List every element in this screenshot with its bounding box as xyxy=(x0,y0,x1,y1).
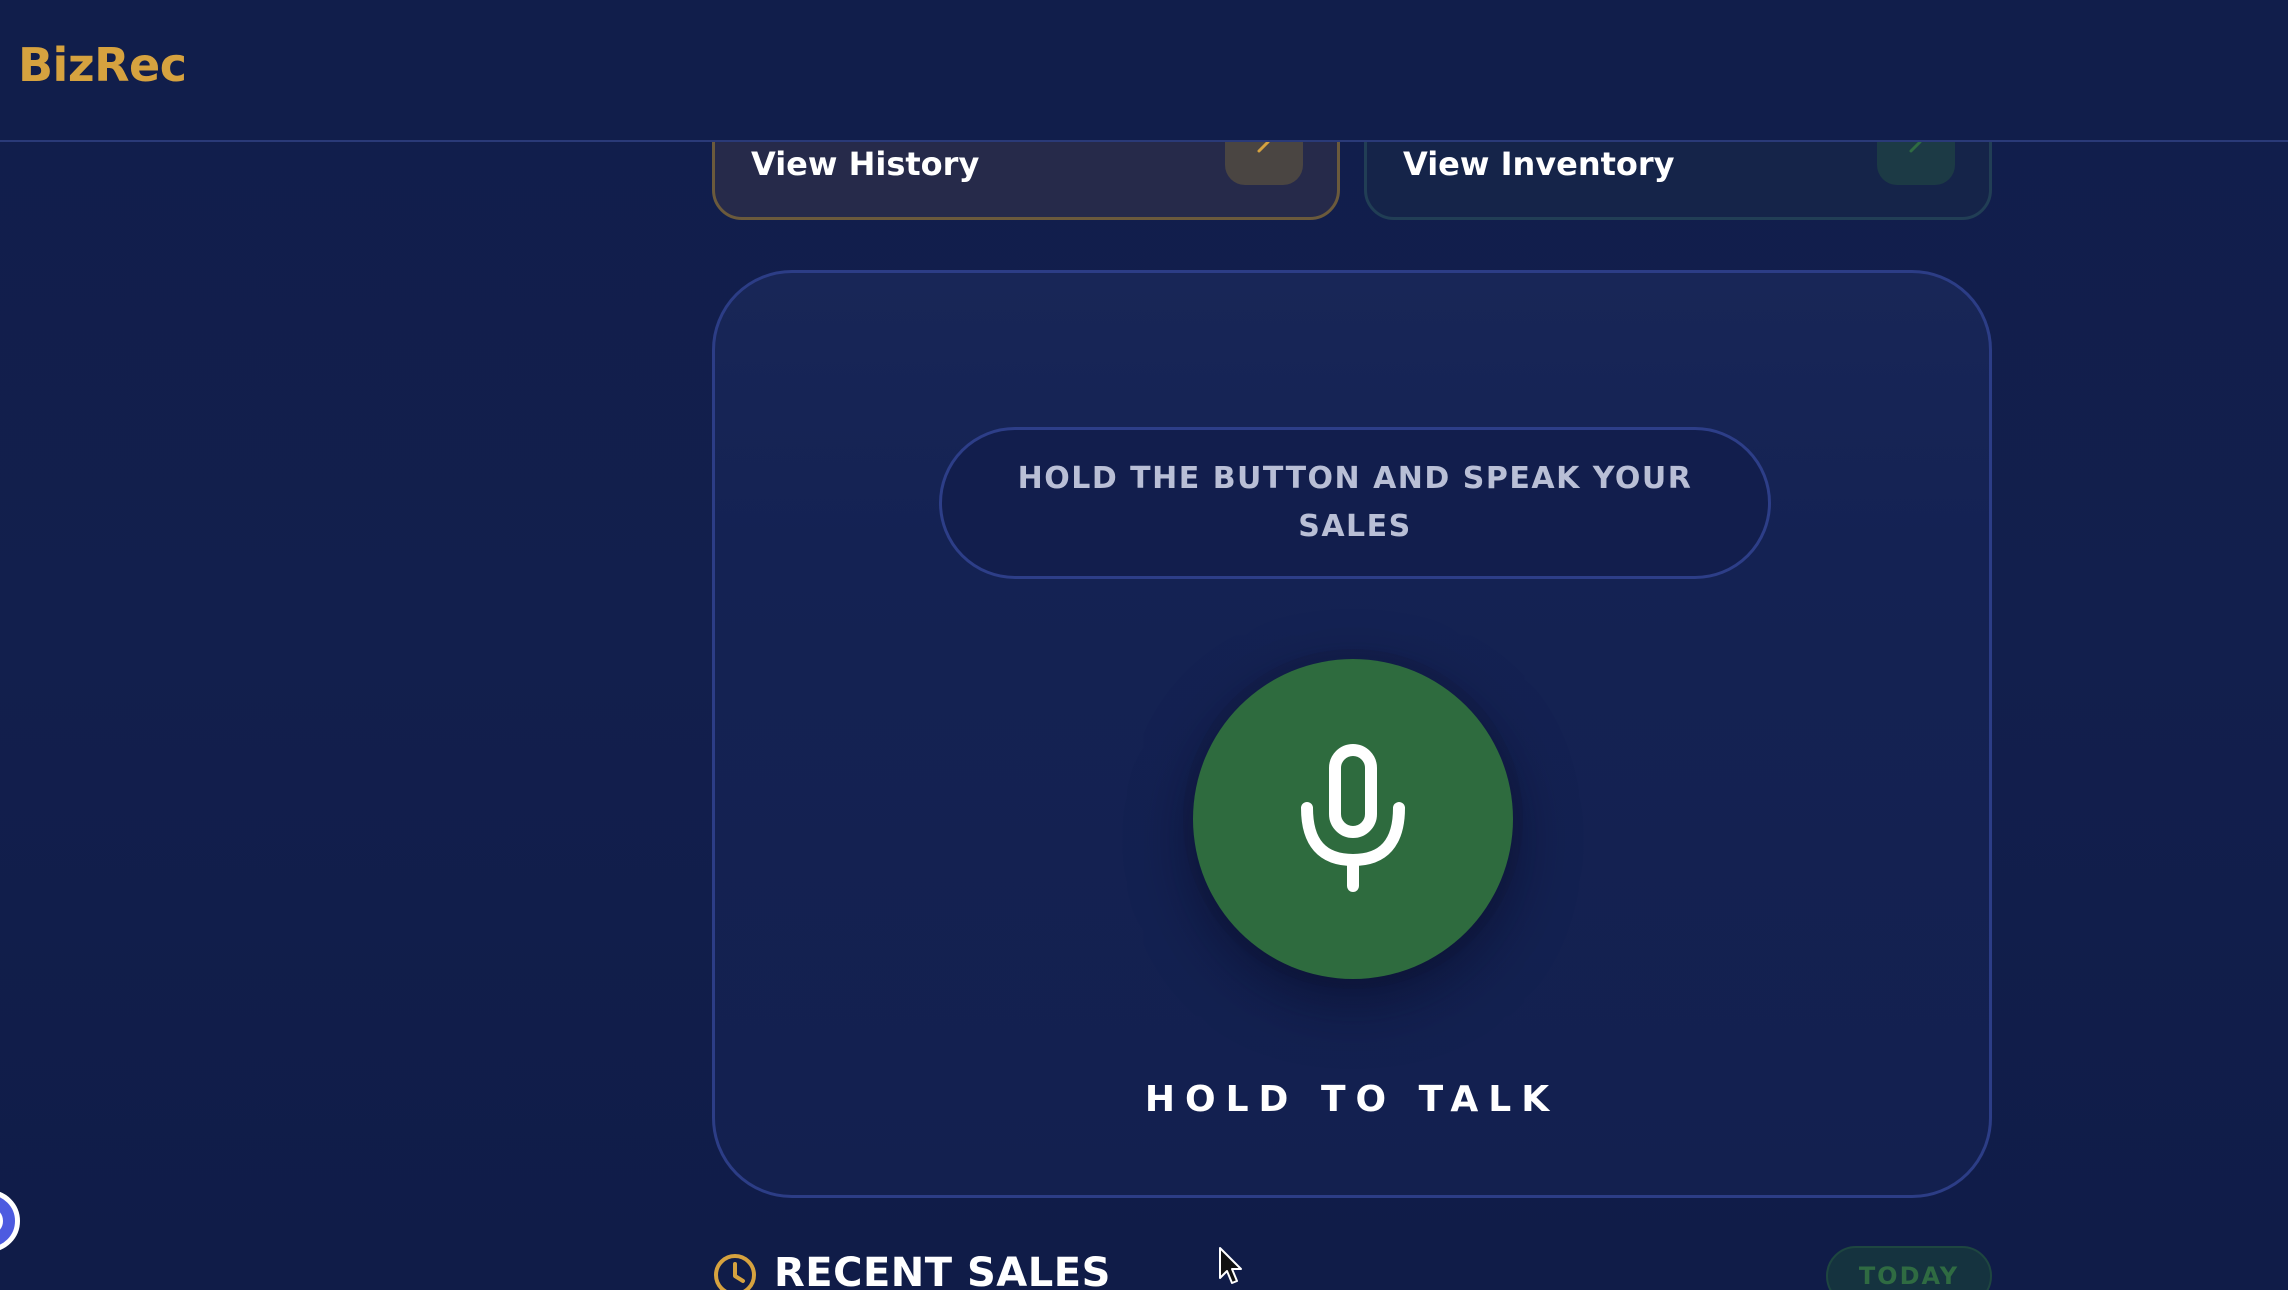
hold-to-talk-button[interactable] xyxy=(1193,659,1513,979)
microphone-icon xyxy=(1301,744,1405,892)
clock-icon xyxy=(714,1254,756,1290)
instruction-text: HOLD THE BUTTON AND SPEAK YOUR SALES xyxy=(1017,461,1693,544)
today-badge[interactable]: TODAY xyxy=(1826,1246,1992,1290)
view-inventory-label: View Inventory xyxy=(1403,145,1675,183)
mouse-cursor-icon xyxy=(1219,1247,1242,1284)
voice-record-panel: HOLD THE BUTTON AND SPEAK YOUR SALES HOL… xyxy=(712,270,1992,1198)
brand-logo[interactable]: BizRec xyxy=(18,38,187,92)
top-header: BizRec xyxy=(0,0,2288,142)
recent-sales-title: RECENT SALES xyxy=(774,1250,1111,1290)
hold-to-talk-label: HOLD TO TALK xyxy=(1144,1079,1560,1120)
instruction-pill: HOLD THE BUTTON AND SPEAK YOUR SALES xyxy=(939,427,1771,579)
floating-assistant-button[interactable] xyxy=(0,1190,20,1252)
view-history-label: View History xyxy=(751,145,980,183)
app-page: BizRec View History View Inventory HOLD … xyxy=(0,0,2288,1290)
